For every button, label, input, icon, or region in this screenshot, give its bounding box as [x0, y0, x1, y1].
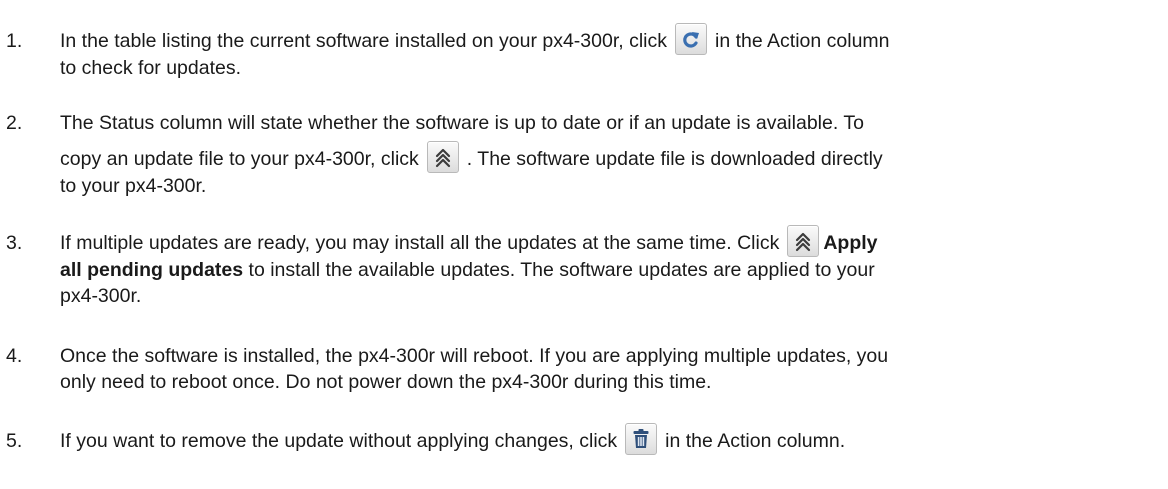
step-body: If multiple updates are ready, you may i… — [60, 224, 1156, 309]
step-text: If multiple updates are ready, you may i… — [60, 232, 780, 254]
trash-icon — [625, 422, 658, 455]
step-number: 4. — [6, 345, 23, 367]
step-line: copy an update file to your px4-300r, cl… — [60, 140, 1156, 173]
step-number: 1. — [6, 30, 23, 52]
step-number: 2. — [6, 112, 23, 134]
step-text: In the table listing the current softwar… — [60, 30, 667, 52]
step-line: to your px4-300r. — [60, 174, 207, 197]
step-body: Once the software is installed, the px4-… — [60, 343, 1156, 395]
step-text: to install the available updates. The so… — [248, 258, 875, 281]
step-body: If you want to remove the update without… — [60, 422, 1156, 455]
step-number: 3. — [6, 232, 23, 254]
step-text: . The software update file is downloaded… — [466, 148, 883, 170]
step-line: all pending updates to install the avail… — [60, 257, 1156, 283]
step-body: In the table listing the current softwar… — [60, 22, 1156, 81]
apply-label: Apply — [823, 232, 878, 254]
step-line: If multiple updates are ready, you may i… — [60, 224, 1156, 257]
step-line: to check for updates. — [60, 56, 242, 79]
step-text: copy an update file to your px4-300r, cl… — [60, 148, 419, 170]
step-line: The Status column will state whether the… — [60, 112, 864, 134]
step-line: only need to reboot once. Do not power d… — [60, 371, 712, 393]
apply-label: all pending updates — [60, 258, 244, 281]
step-number: 5. — [6, 430, 23, 452]
step-text: in the Action column — [715, 30, 890, 52]
update-arrows-icon — [426, 140, 459, 173]
step-line: Once the software is installed, the px4-… — [60, 345, 889, 367]
step-line: If you want to remove the update without… — [60, 422, 1156, 455]
refresh-icon — [675, 22, 707, 55]
step-line: In the table listing the current softwar… — [60, 22, 1156, 55]
step-text: If you want to remove the update without… — [60, 430, 618, 452]
update-arrows-icon — [787, 224, 820, 257]
instructions-document: 1. In the table listing the current soft… — [0, 0, 1168, 489]
step-text: in the Action column. — [665, 430, 846, 452]
step-body: The Status column will state whether the… — [60, 110, 1156, 199]
step-line: px4-300r. — [60, 284, 142, 307]
